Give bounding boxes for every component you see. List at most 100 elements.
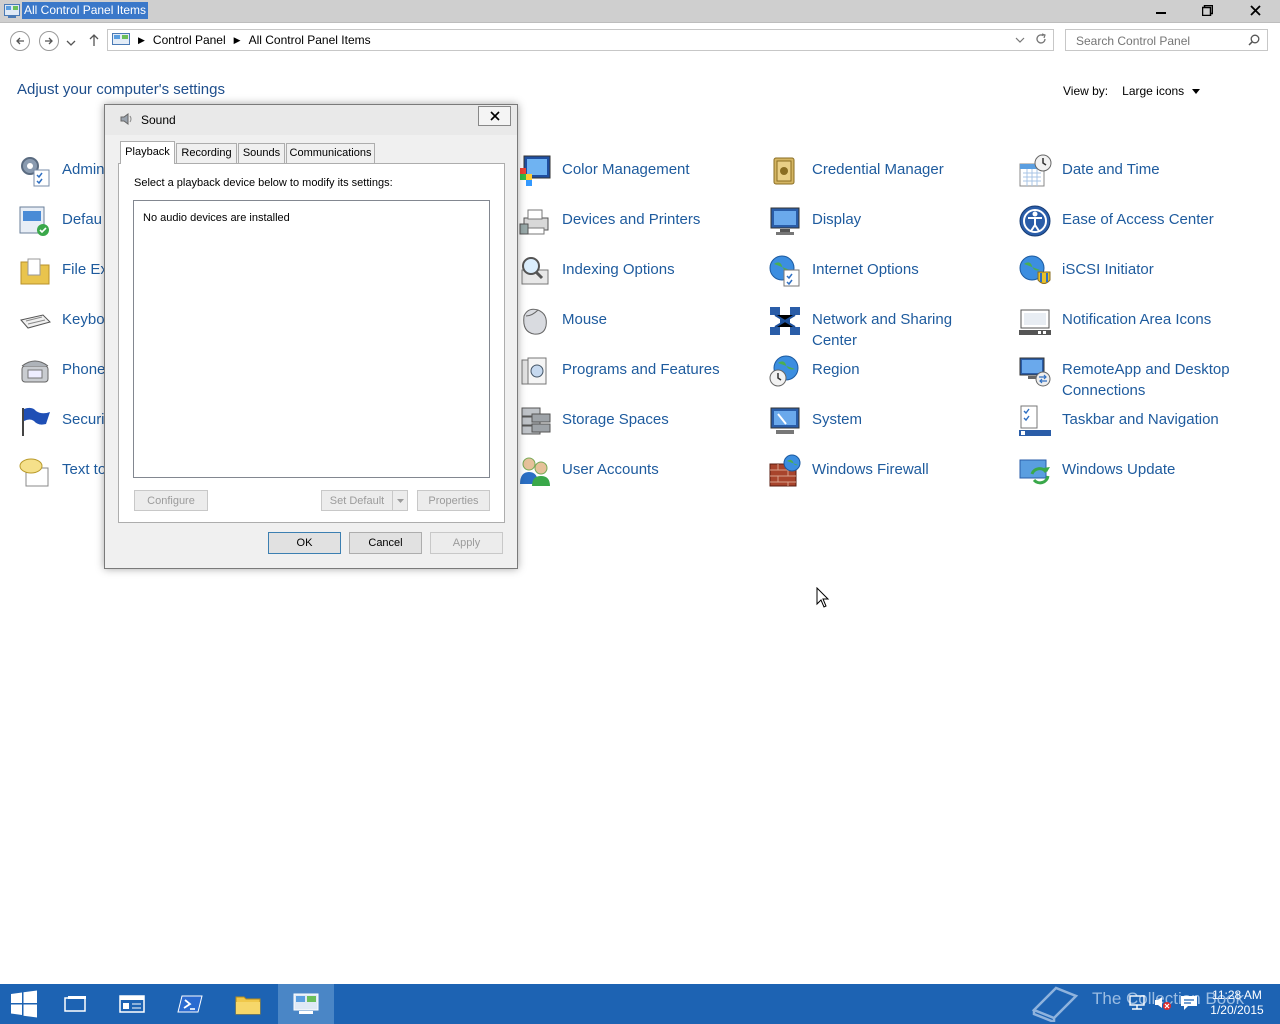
item-windows-firewall[interactable]: Windows Firewall — [768, 454, 929, 488]
item-keyboard[interactable]: Keybo — [18, 304, 105, 338]
item-devices-and-printers[interactable]: Devices and Printers — [518, 204, 700, 238]
back-button[interactable] — [10, 31, 30, 51]
address-dropdown-button[interactable] — [1015, 33, 1025, 47]
forward-button[interactable] — [39, 31, 59, 51]
up-button[interactable] — [88, 33, 100, 50]
sound-dialog: Sound Playback Recording Sounds Communic… — [104, 104, 518, 569]
start-button[interactable] — [0, 984, 48, 1024]
arrow-right-icon — [45, 37, 53, 45]
arrow-left-icon — [16, 37, 24, 45]
breadcrumb-all-items[interactable]: All Control Panel Items — [249, 33, 371, 47]
close-icon — [489, 111, 500, 121]
cancel-button[interactable]: Cancel — [349, 532, 422, 554]
keyboard-icon — [20, 314, 51, 329]
item-color-management[interactable]: Color Management — [518, 154, 690, 188]
color-management-icon — [520, 155, 551, 186]
internet-icon — [769, 255, 800, 287]
search-input[interactable] — [1074, 31, 1248, 51]
dialog-close-button[interactable] — [478, 106, 511, 126]
view-by-dropdown[interactable]: Large icons — [1122, 84, 1201, 98]
phone-icon — [21, 360, 49, 383]
calendar-clock-icon — [1019, 154, 1052, 187]
window-title-bar[interactable]: All Control Panel Items — [0, 0, 1280, 23]
task-view-button[interactable] — [48, 984, 104, 1024]
apply-button[interactable]: Apply — [430, 532, 503, 554]
speaker-icon — [120, 113, 132, 125]
page-title: Adjust your computer's settings — [17, 81, 225, 98]
set-default-dropdown-button[interactable] — [392, 490, 408, 511]
properties-button[interactable]: Properties — [417, 490, 490, 511]
item-date-and-time[interactable]: Date and Time — [1018, 154, 1160, 188]
network-tray-button[interactable] — [1128, 995, 1146, 1014]
control-panel-icon — [293, 993, 319, 1014]
item-mouse[interactable]: Mouse — [518, 304, 607, 338]
storage-icon — [521, 407, 551, 435]
minimize-button[interactable] — [1138, 0, 1184, 20]
dialog-title-bar[interactable]: Sound — [105, 105, 517, 135]
view-by-control: View by: Large icons — [1063, 84, 1201, 98]
file-explorer-icon — [20, 258, 50, 285]
item-programs-and-features[interactable]: Programs and Features — [518, 354, 720, 388]
configure-button[interactable]: Configure — [134, 490, 208, 511]
item-label: Ease of Access Center — [1062, 211, 1214, 228]
item-user-accounts[interactable]: User Accounts — [518, 454, 659, 488]
item-label: Admin — [62, 161, 105, 178]
powershell-button[interactable] — [162, 984, 218, 1024]
clock[interactable]: 11:28 AM 1/20/2015 — [1206, 988, 1268, 1018]
address-bar[interactable]: ▶ Control Panel ▶ All Control Panel Item… — [107, 29, 1054, 51]
item-label: Mouse — [562, 311, 608, 328]
item-storage-spaces[interactable]: Storage Spaces — [518, 404, 669, 438]
close-window-button[interactable] — [1232, 0, 1278, 20]
item-default-programs[interactable]: Defau — [18, 204, 102, 238]
restore-button[interactable] — [1184, 0, 1230, 20]
windows-logo-icon — [11, 990, 37, 1018]
volume-tray-button[interactable] — [1154, 995, 1172, 1014]
server-manager-button[interactable] — [104, 984, 160, 1024]
item-internet-options[interactable]: Internet Options — [768, 254, 919, 288]
item-ease-of-access-center[interactable]: Ease of Access Center — [1018, 204, 1214, 238]
control-panel-taskbar-button[interactable] — [278, 984, 334, 1024]
item-security-and-maintenance[interactable]: Securi — [18, 404, 105, 438]
tab-communications[interactable]: Communications — [286, 143, 375, 163]
programs-icon — [521, 357, 547, 385]
playback-device-list[interactable]: No audio devices are installed — [133, 200, 490, 478]
close-icon — [1249, 4, 1261, 16]
speaker-muted-icon — [1155, 997, 1171, 1010]
item-display[interactable]: Display — [768, 204, 861, 238]
ok-button[interactable]: OK — [268, 532, 341, 554]
breadcrumb-control-panel[interactable]: Control Panel — [153, 33, 226, 47]
action-center-button[interactable] — [1180, 995, 1198, 1014]
item-phone-and-modem[interactable]: Phone — [18, 354, 105, 388]
tab-recording[interactable]: Recording — [176, 143, 237, 163]
item-text-to-speech[interactable]: Text to — [18, 454, 106, 488]
item-notification-area-icons[interactable]: Notification Area Icons — [1018, 304, 1211, 338]
item-credential-manager[interactable]: Credential Manager — [768, 154, 944, 188]
chevron-down-icon — [66, 40, 76, 46]
windows-update-icon — [1019, 459, 1050, 485]
refresh-button[interactable] — [1035, 32, 1047, 48]
task-view-icon — [64, 996, 86, 1012]
item-indexing-options[interactable]: Indexing Options — [518, 254, 675, 288]
printer-icon — [519, 209, 549, 235]
search-icon[interactable] — [1248, 34, 1260, 46]
instruction-text: Select a playback device below to modify… — [134, 177, 393, 189]
set-default-button[interactable]: Set Default — [321, 490, 393, 511]
item-administrative-tools[interactable]: Admin — [18, 154, 105, 188]
item-windows-update[interactable]: Windows Update — [1018, 454, 1175, 488]
search-box[interactable] — [1065, 29, 1268, 51]
arrow-up-icon — [89, 34, 99, 46]
item-region[interactable]: Region — [768, 354, 860, 388]
item-network-and-sharing-center[interactable]: Network and Sharing Center — [768, 304, 952, 351]
folder-icon — [235, 996, 261, 1015]
item-remoteapp-and-desktop-connections[interactable]: RemoteApp and Desktop Connections — [1018, 354, 1230, 401]
recent-locations-button[interactable] — [66, 36, 76, 50]
region-icon — [769, 355, 799, 387]
item-taskbar-and-navigation[interactable]: Taskbar and Navigation — [1018, 404, 1219, 438]
item-file-explorer-options[interactable]: File Ex — [18, 254, 108, 288]
item-iscsi-initiator[interactable]: iSCSI Initiator — [1018, 254, 1154, 288]
tab-playback[interactable]: Playback — [120, 141, 175, 164]
tab-sounds[interactable]: Sounds — [238, 143, 285, 163]
credential-icon — [773, 157, 795, 185]
item-system[interactable]: System — [768, 404, 862, 438]
file-explorer-button[interactable] — [220, 984, 276, 1024]
